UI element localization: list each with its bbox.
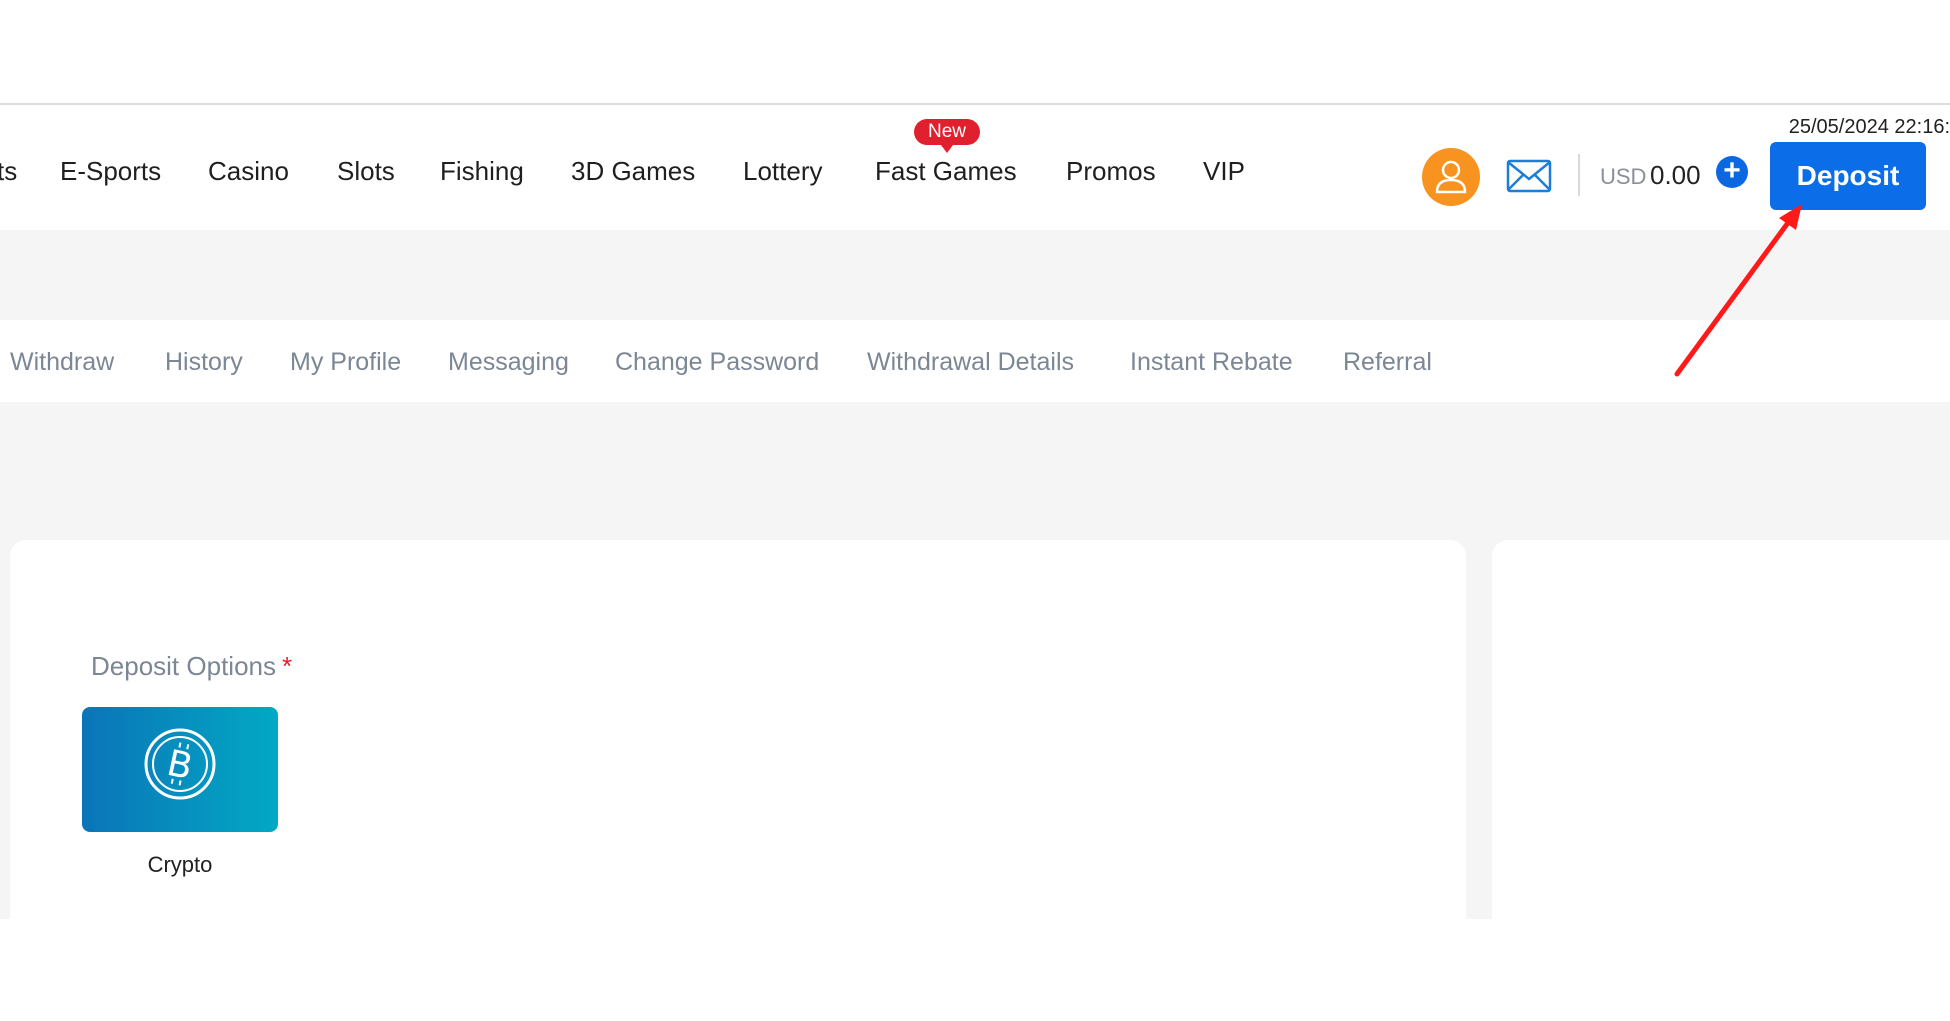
nav-item-lottery[interactable]: Lottery xyxy=(743,156,823,187)
subnav-messaging[interactable]: Messaging xyxy=(448,348,569,377)
crypto-option-label: Crypto xyxy=(147,852,213,877)
page-banner-band xyxy=(0,230,1950,320)
header-divider xyxy=(1578,154,1580,196)
messages-button[interactable] xyxy=(1506,159,1552,198)
new-badge: New xyxy=(914,119,980,153)
nav-item-promos[interactable]: Promos xyxy=(1066,156,1156,187)
nav-item-vip[interactable]: VIP xyxy=(1203,156,1245,187)
subnav-my-profile[interactable]: My Profile xyxy=(290,348,401,377)
nav-item-sports[interactable]: ts xyxy=(0,156,17,187)
subnav-referral[interactable]: Referral xyxy=(1343,348,1432,377)
datetime-display: 25/05/2024 22:16: xyxy=(1788,116,1950,138)
side-card xyxy=(1492,540,1950,919)
crypto-option-button[interactable]: B xyxy=(82,707,278,832)
nav-item-slots[interactable]: Slots xyxy=(337,156,395,187)
nav-item-fast-games[interactable]: Fast Games xyxy=(875,156,1017,187)
nav-item-fishing[interactable]: Fishing xyxy=(440,156,524,187)
add-funds-icon[interactable]: + xyxy=(1716,156,1748,188)
nav-item-casino[interactable]: Casino xyxy=(208,156,289,187)
deposit-options-text: Deposit Options xyxy=(91,651,276,681)
user-icon xyxy=(1435,160,1467,194)
deposit-options-label: Deposit Options * xyxy=(91,651,292,682)
currency-label: USD xyxy=(1600,164,1647,189)
bitcoin-icon: B xyxy=(144,728,216,800)
user-avatar-button[interactable] xyxy=(1422,148,1480,206)
subnav-instant-rebate[interactable]: Instant Rebate xyxy=(1130,348,1293,377)
balance-value: 0.00 xyxy=(1650,160,1701,190)
nav-item-esports[interactable]: E-Sports xyxy=(60,156,161,187)
subnav-withdrawal-details[interactable]: Withdrawal Details xyxy=(867,348,1074,377)
subnav-withdraw[interactable]: Withdraw xyxy=(10,348,114,377)
subnav-change-password[interactable]: Change Password xyxy=(615,348,819,377)
required-mark: * xyxy=(281,651,293,681)
nav-item-3d-games[interactable]: 3D Games xyxy=(571,156,695,187)
mail-icon xyxy=(1506,159,1552,193)
deposit-button[interactable]: Deposit xyxy=(1770,142,1926,210)
subnav-history[interactable]: History xyxy=(165,348,243,377)
